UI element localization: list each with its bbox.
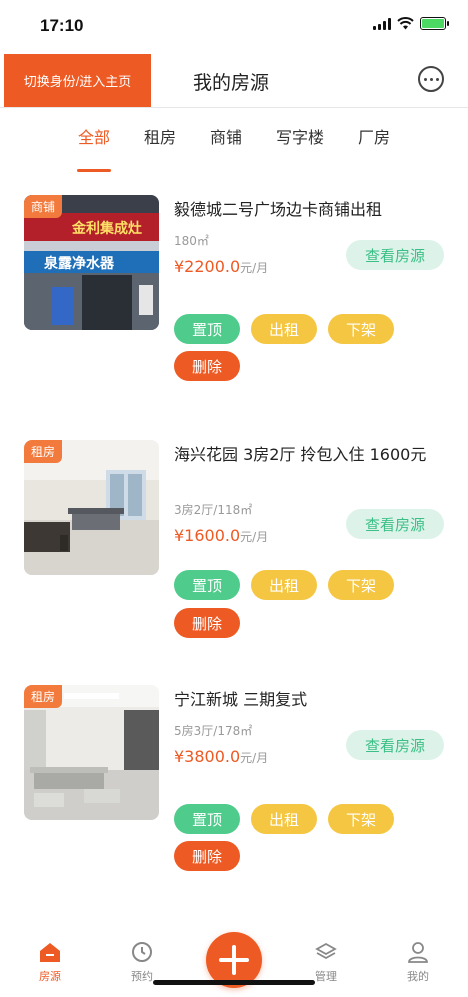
page-title: 我的房源 bbox=[193, 72, 270, 94]
person-icon bbox=[406, 940, 430, 964]
delete-button[interactable]: 删除 bbox=[174, 841, 240, 871]
nav-appointments[interactable]: 预约 bbox=[112, 940, 172, 984]
listing-title[interactable]: 宁江新城 三期复式 bbox=[174, 687, 444, 713]
listing-card[interactable]: 租房 海兴花园 3房2厅 拎包入住 1600元 3房2厅/118㎡ ¥1600.… bbox=[0, 440, 468, 680]
rent-button[interactable]: 出租 bbox=[251, 804, 317, 834]
delete-button[interactable]: 删除 bbox=[174, 351, 240, 381]
price-unit: 元/月 bbox=[240, 751, 269, 765]
message-icon[interactable] bbox=[418, 66, 444, 92]
listing-price: ¥2200.0元/月 bbox=[174, 257, 268, 276]
tab-rent[interactable]: 租房 bbox=[127, 110, 193, 166]
listing-photo[interactable]: 租房 bbox=[24, 685, 159, 820]
listing-tag: 租房 bbox=[24, 685, 63, 708]
view-listing-button[interactable]: 查看房源 bbox=[346, 240, 444, 270]
listing-price: ¥1600.0元/月 bbox=[174, 526, 268, 545]
nav-manage[interactable]: 管理 bbox=[296, 940, 356, 984]
price-unit: 元/月 bbox=[240, 261, 269, 275]
rent-button[interactable]: 出租 bbox=[251, 314, 317, 344]
tab-all[interactable]: 全部 bbox=[61, 110, 127, 166]
tab-factory[interactable]: 厂房 bbox=[341, 110, 407, 166]
pin-button[interactable]: 置顶 bbox=[174, 804, 240, 834]
sign-text: 金利集成灶 bbox=[71, 220, 142, 237]
price-value: ¥3800.0 bbox=[174, 747, 241, 766]
house-icon bbox=[38, 940, 62, 964]
tab-shop[interactable]: 商铺 bbox=[193, 110, 259, 166]
listing-tag: 商铺 bbox=[24, 195, 63, 218]
category-tabs: 全部 租房 商铺 写字楼 厂房 bbox=[0, 110, 468, 166]
listing-tag: 租房 bbox=[24, 440, 63, 463]
switch-identity-button[interactable]: 切换身份/进入主页 bbox=[4, 54, 151, 107]
home-indicator bbox=[153, 980, 315, 985]
delete-button[interactable]: 删除 bbox=[174, 608, 240, 638]
listing-card[interactable]: 金利集成灶 泉露净水器 商铺 毅德城二号广场边卡商铺出租 180㎡ ¥2200.… bbox=[0, 195, 468, 435]
view-listing-button[interactable]: 查看房源 bbox=[346, 509, 444, 539]
listing-title[interactable]: 海兴花园 3房2厅 拎包入住 1600元 bbox=[174, 442, 444, 468]
pin-button[interactable]: 置顶 bbox=[174, 570, 240, 600]
view-listing-button[interactable]: 查看房源 bbox=[346, 730, 444, 760]
unlist-button[interactable]: 下架 bbox=[328, 570, 394, 600]
price-value: ¥1600.0 bbox=[174, 526, 241, 545]
status-icons bbox=[373, 17, 449, 30]
listing-meta: 5房3厅/178㎡ bbox=[174, 724, 253, 738]
header: 切换身份/进入主页 我的房源 bbox=[0, 52, 468, 108]
tab-office[interactable]: 写字楼 bbox=[259, 110, 341, 166]
clock-icon bbox=[130, 940, 154, 964]
wifi-icon bbox=[397, 17, 414, 30]
pin-button[interactable]: 置顶 bbox=[174, 314, 240, 344]
listing-meta: 3房2厅/118㎡ bbox=[174, 503, 253, 517]
nav-mine[interactable]: 我的 bbox=[388, 940, 448, 984]
price-unit: 元/月 bbox=[240, 530, 269, 544]
nav-label: 预约 bbox=[131, 970, 153, 983]
nav-label: 房源 bbox=[39, 970, 61, 983]
rent-button[interactable]: 出租 bbox=[251, 570, 317, 600]
unlist-button[interactable]: 下架 bbox=[328, 804, 394, 834]
nav-listings[interactable]: 房源 bbox=[20, 940, 80, 984]
listing-card[interactable]: 租房 宁江新城 三期复式 5房3厅/178㎡ ¥3800.0元/月 查看房源 置… bbox=[0, 685, 468, 925]
status-time: 17:10 bbox=[40, 16, 84, 35]
battery-icon bbox=[420, 17, 449, 30]
listing-title[interactable]: 毅德城二号广场边卡商铺出租 bbox=[174, 197, 444, 223]
status-bar: 17:10 bbox=[0, 0, 468, 52]
unlist-button[interactable]: 下架 bbox=[328, 314, 394, 344]
nav-label: 管理 bbox=[315, 970, 337, 983]
sign-text-2: 泉露净水器 bbox=[44, 255, 115, 272]
listing-meta: 180㎡ bbox=[174, 234, 209, 248]
listing-price: ¥3800.0元/月 bbox=[174, 747, 268, 766]
layers-icon bbox=[314, 940, 338, 964]
signal-icon bbox=[373, 17, 391, 30]
listing-photo[interactable]: 租房 bbox=[24, 440, 159, 575]
listing-photo[interactable]: 金利集成灶 泉露净水器 商铺 bbox=[24, 195, 159, 330]
price-value: ¥2200.0 bbox=[174, 257, 241, 276]
nav-label: 我的 bbox=[407, 970, 429, 983]
